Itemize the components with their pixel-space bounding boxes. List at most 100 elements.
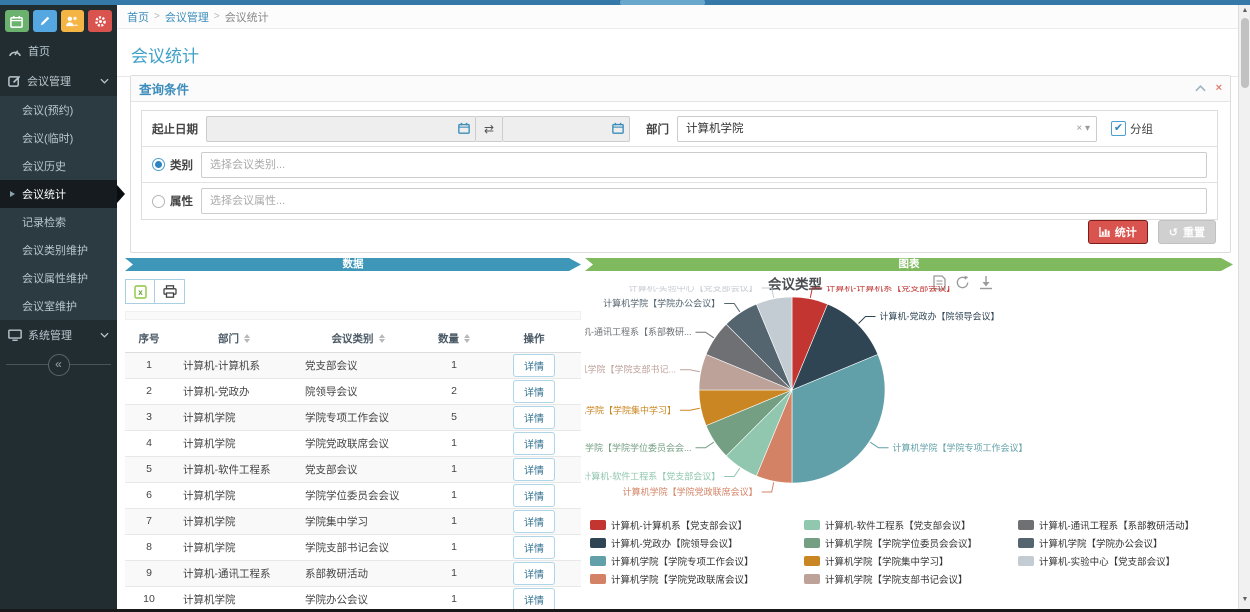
quick-settings-button[interactable] [88,10,112,32]
sidebar-subitem-3[interactable]: 会议统计 [0,180,117,208]
breadcrumb-home[interactable]: 首页 [127,9,149,25]
legend-item-1[interactable]: 计算机-党政办【院领导会议】 [590,534,790,552]
scroll-up-icon[interactable]: ▲ [1239,5,1250,17]
sidebar-subitem-2[interactable]: 会议历史 [0,152,117,180]
table-row: 7计算机学院学院集中学习1详情 [125,508,581,534]
table-cell: 学院集中学习 [295,508,421,534]
statistics-button[interactable]: 统计 [1088,220,1148,244]
col-header-1[interactable]: 部门 [173,325,295,352]
detail-button[interactable]: 详情 [513,458,555,481]
query-panel-title: 查询条件 [139,79,189,98]
panel-close-icon[interactable]: × [1216,83,1222,94]
table-row: 8计算机学院学院支部书记会议1详情 [125,534,581,560]
top-scroll-thumb[interactable] [620,0,705,5]
legend-item-2[interactable]: 计算机学院【学院专项工作会议】 [590,552,790,570]
table-cell: 计算机-党政办 [173,378,295,404]
vertical-scrollbar[interactable]: ▲ ▼ [1238,5,1250,609]
table-cell: 计算机学院 [173,430,295,456]
legend-item-3[interactable]: 计算机学院【学院党政联席会议】 [590,570,790,588]
legend-item-7[interactable]: 计算机学院【学院支部书记会议】 [804,570,1004,588]
legend-item-0[interactable]: 计算机-计算机系【党支部会议】 [590,516,790,534]
table-cell: 1 [421,508,487,534]
table-cell: 计算机-计算机系 [173,352,295,378]
col-header-2[interactable]: 会议类别 [295,325,421,352]
group-checkbox-wrap[interactable]: ✔ 分组 [1111,121,1153,137]
pie-label-line [680,370,700,372]
legend-item-9[interactable]: 计算机学院【学院办公会议】 [1018,534,1218,552]
dept-select-value: 计算机学院 [686,123,744,135]
legend-label: 计算机-软件工程系【党支部会议】 [825,518,971,532]
breadcrumb-meeting[interactable]: 会议管理 [165,9,209,25]
legend-item-5[interactable]: 计算机学院【学院学位委员会会议】 [804,534,1004,552]
legend-item-6[interactable]: 计算机学院【学院集中学习】 [804,552,1004,570]
quick-users-button[interactable] [61,10,85,32]
pie-label: 计算机-计算机系【党支部会议】 [826,286,955,293]
legend-swatch [804,556,820,566]
scroll-down-icon[interactable]: ▼ [1239,594,1250,606]
col-header-3[interactable]: 数量 [421,325,487,352]
table-cell: 1 [421,456,487,482]
top-strip [0,0,1250,5]
detail-button[interactable]: 详情 [513,406,555,429]
print-button[interactable] [155,279,185,304]
sidebar-subitem-4[interactable]: 记录检索 [0,208,117,236]
quick-calendar-button[interactable] [5,10,29,32]
detail-button[interactable]: 详情 [513,588,555,611]
legend-item-8[interactable]: 计算机-通讯工程系【系部教研活动】 [1018,516,1218,534]
date-range-label: 起止日期 [152,121,198,137]
sidebar-collapse-button[interactable]: « [48,354,70,376]
detail-button[interactable]: 详情 [513,484,555,507]
calendar-icon [10,15,23,28]
legend-swatch [804,574,820,584]
table-cell: 学院专项工作会议 [295,404,421,430]
table-cell: 党支部会议 [295,456,421,482]
sort-icon[interactable] [464,334,470,343]
legend-item-10[interactable]: 计算机-实验中心【党支部会议】 [1018,552,1218,570]
category-input[interactable]: 选择会议类别... [201,152,1207,178]
caret-down-icon[interactable]: ▾ [1085,123,1090,134]
date-to-input[interactable] [502,116,630,142]
scrollbar-thumb[interactable] [1241,18,1249,88]
table-row: 3计算机学院学院专项工作会议5详情 [125,404,581,430]
calendar-icon[interactable] [612,122,624,134]
table-row: 6计算机学院学院学位委员会会议1详情 [125,482,581,508]
sidebar-subitem-0[interactable]: 会议(预约) [0,96,117,124]
attribute-radio[interactable] [152,195,165,208]
sidebar-group-meeting[interactable]: 会议管理 [0,66,117,96]
detail-button[interactable]: 详情 [513,536,555,559]
legend-label: 计算机学院【学院党政联席会议】 [611,572,754,586]
sidebar-submenu: 会议(预约)会议(临时)会议历史会议统计记录检索会议类别维护会议属性维护会议室维… [0,96,117,320]
table-cell: 1 [421,482,487,508]
calendar-icon[interactable] [458,122,470,134]
sidebar-item-home[interactable]: 首页 [0,36,117,66]
sidebar-subitem-5[interactable]: 会议类别维护 [0,236,117,264]
legend-swatch [804,538,820,548]
reset-button[interactable]: ↺ 重置 [1158,220,1216,244]
detail-button[interactable]: 详情 [513,432,555,455]
dept-select[interactable]: 计算机学院 × ▾ [677,116,1097,142]
sidebar-group-system[interactable]: 系统管理 [0,320,117,350]
sort-icon[interactable] [379,334,385,343]
detail-button[interactable]: 详情 [513,380,555,403]
pie-label: 计算机-软件工程系【党支部会议】 [585,471,720,482]
sidebar: 首页 会议管理 会议(预约)会议(临时)会议历史会议统计记录检索会议类别维护会议… [0,5,117,612]
panel-collapse-icon[interactable] [1195,85,1206,92]
sidebar-subitem-1[interactable]: 会议(临时) [0,124,117,152]
clear-icon[interactable]: × [1076,123,1082,134]
export-excel-button[interactable]: x [125,279,155,304]
attribute-input[interactable]: 选择会议属性... [201,188,1207,214]
sidebar-subitem-6[interactable]: 会议属性维护 [0,264,117,292]
category-radio[interactable] [152,158,165,171]
sort-icon[interactable] [244,334,250,343]
sidebar-subitem-7[interactable]: 会议室维护 [0,292,117,320]
date-from-input[interactable] [206,116,476,142]
group-checkbox[interactable]: ✔ [1111,121,1126,136]
pie-label: 计算机学院【学院党政联席会议】 [623,486,758,497]
detail-button[interactable]: 详情 [513,562,555,585]
detail-button[interactable]: 详情 [513,510,555,533]
legend-swatch [1018,538,1034,548]
quick-edit-button[interactable] [33,10,57,32]
legend-item-4[interactable]: 计算机-软件工程系【党支部会议】 [804,516,1004,534]
detail-button[interactable]: 详情 [513,354,555,377]
table-cell: 1 [125,352,173,378]
